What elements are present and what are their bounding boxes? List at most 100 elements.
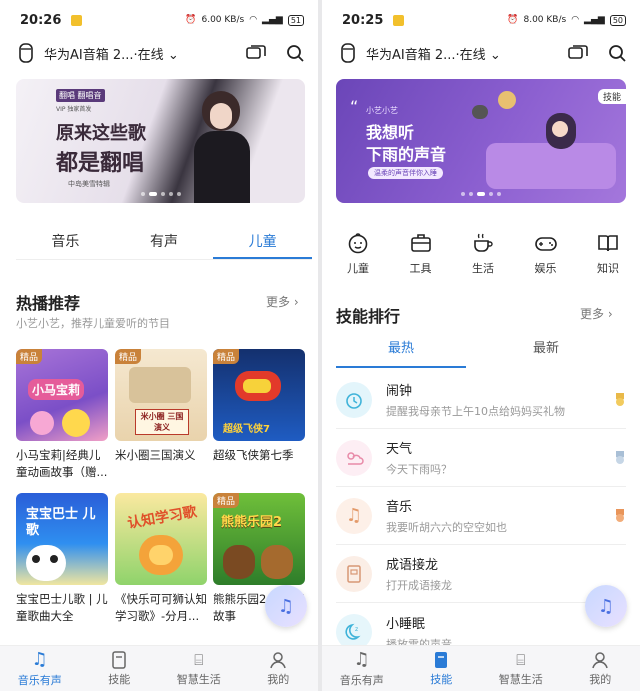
skill-row-music[interactable]: ♫ 音乐我要听胡六六的空空如也 [336,487,626,545]
nav-me[interactable]: 我的 [561,646,640,691]
more-label: 更多 [266,295,291,309]
music-note-icon: ♫ [597,595,615,617]
device-status: ·在线 [455,47,486,63]
banner-corner-tag: 技能 [597,89,626,104]
nav-music-audio[interactable]: ♫ 音乐有声 [322,646,402,691]
category-knowledge[interactable]: 知识 [588,232,628,276]
bottom-nav: ♫ 音乐有声 技能 ⌸ 智慧生活 我的 [322,645,640,691]
skill-desc: 今天下雨吗？ [386,463,452,476]
card-cover: 精品 米小圈 三国演义 [115,349,207,441]
nav-smart-life[interactable]: ⌸ 智慧生活 [159,646,239,691]
music-note-icon: ♫ [31,649,48,670]
section-title: 技能排行 [336,307,401,326]
status-icons: ⏰ 6.00 KB/s ◠ ▂▄▆ 51 [185,14,304,26]
premium-tag: 精品 [115,349,142,364]
speaker-device-icon[interactable] [18,43,34,63]
chevron-down-icon: ⌄ [167,47,179,63]
category-life[interactable]: 生活 [463,232,503,276]
music-note-icon: ♫ [353,649,370,670]
child-face-icon [348,233,368,254]
net-speed: 8.00 KB/s [523,15,567,25]
section-subtitle: 小艺小艺，推荐儿童爱听的节目 [16,317,170,330]
quote-mark: “ [350,97,359,116]
messages-icon[interactable] [568,44,588,62]
bottom-nav: ♫ 音乐有声 技能 ⌸ 智慧生活 我的 [0,645,318,691]
skill-row-weather[interactable]: 天气 今天下雨吗？ [336,429,626,487]
tab-music[interactable]: 音乐 [16,228,115,259]
nav-label: 智慧生活 [176,672,221,686]
category-entertainment[interactable]: 娱乐 [526,232,566,276]
cover-title: 米小圈 三国演义 [135,409,189,435]
tab-audio[interactable]: 有声 [115,228,214,259]
skill-icon-bg: ♫ [336,497,372,534]
status-bar: 20:26 ⏰ 6.00 KB/s ◠ ▂▄▆ 51 [0,0,318,40]
right-screen: 20:25 ⏰ 8.00 KB/s ◠ ▂▄▆ 50 华为AI音箱 2...·在… [322,0,640,691]
promo-banner[interactable]: 翻唱 翻唱音 VIP 独家首发 原来这些歌 都是翻唱 中岛美雪特辑 [16,79,305,203]
more-link[interactable]: 更多 › [266,293,299,310]
search-icon[interactable] [608,44,626,62]
sleeping-girl-illustration [472,91,616,189]
nav-smart-life[interactable]: ⌸ 智慧生活 [481,646,561,691]
skill-desc: 提醒我母亲节上午10点给妈妈买礼物 [386,405,565,418]
nav-label: 音乐有声 [17,674,62,687]
nav-skills[interactable]: 技能 [80,646,160,691]
bronze-medal-icon [616,508,624,522]
tab-hottest[interactable]: 最热 [336,338,466,368]
now-playing-button[interactable]: ♫ [265,585,307,627]
category-label: 知识 [597,262,619,275]
tab-kids[interactable]: 儿童 [213,228,313,259]
search-icon[interactable] [286,44,304,62]
banner-small: 小艺小艺 [366,106,398,115]
status-bar: 20:25 ⏰ 8.00 KB/s ◠ ▂▄▆ 50 [322,0,640,40]
skill-desc: 打开成语接龙 [386,579,452,592]
more-link[interactable]: 更多 › [580,305,613,322]
device-selector[interactable]: 华为AI音箱 2...·在线 ⌄ [44,44,179,63]
category-tools[interactable]: 工具 [401,232,441,276]
tab-newest[interactable]: 最新 [466,338,626,368]
messages-icon[interactable] [246,44,266,62]
category-label: 工具 [409,262,432,275]
alarm-icon: ⏰ [507,15,519,25]
speaker-device-icon[interactable] [340,43,356,63]
nav-label: 我的 [589,672,612,686]
category-label: 娱乐 [534,262,557,275]
device-selector[interactable]: 华为AI音箱 2...·在线 ⌄ [366,44,501,63]
program-card[interactable]: 精品 小马宝莉 小马宝莉|经典儿童动画故事（赠... [16,349,108,481]
banner-headline-2: 下雨的声音 [366,145,447,164]
banner-caption: 中岛美雪特辑 [68,180,110,188]
signal-icon: ▂▄▆ [262,15,283,25]
nav-me[interactable]: 我的 [239,646,319,691]
now-playing-button[interactable]: ♫ [585,585,627,627]
skill-row-idiom[interactable]: 成语接龙打开成语接龙 [336,545,626,603]
program-card[interactable]: 精品 米小圈 三国演义 米小圈三国演义 [115,349,207,481]
chevron-right-icon: › [293,295,299,309]
skill-row-alarm[interactable]: 闹钟 提醒我母亲节上午10点给妈妈买礼物 [336,371,626,429]
cover-title: 小马宝莉 [28,379,85,400]
smart-life-icon: ⌸ [516,650,526,669]
skill-name: 小睡眠 [386,616,426,632]
left-screen: 20:26 ⏰ 6.00 KB/s ◠ ▂▄▆ 51 华为AI音箱 2...·在… [0,0,318,691]
cover-title: 宝宝巴士 儿歌 [26,507,96,538]
nav-label: 技能 [430,672,453,686]
nav-music-audio[interactable]: ♫ 音乐有声 [0,646,80,691]
program-card[interactable]: 宝宝巴士 儿歌 宝宝巴士儿歌 | 儿童歌曲大全 [16,493,108,625]
wifi-icon: ◠ [249,15,258,25]
category-kids[interactable]: 儿童 [338,232,378,276]
program-card[interactable]: 精品 超级飞侠7 超级飞侠第七季 [213,349,305,481]
skill-name: 音乐 [386,500,413,515]
nav-skills[interactable]: 技能 [402,646,482,691]
nav-label: 音乐有声 [339,674,384,687]
category-label: 儿童 [347,262,369,275]
promo-banner[interactable]: 技能 “ 小艺小艺 我想听 下雨的声音 温柔的声音伴你入睡 [336,79,626,203]
net-speed: 6.00 KB/s [201,15,245,25]
carousel-dots [336,192,626,196]
skill-desc: 我要听胡六六的空空如也 [386,521,507,534]
cover-title: 熊熊乐园2 [221,515,283,530]
program-card[interactable]: 认知学习歌 《快乐可可狮认知学习歌》-分月... [115,493,207,625]
section-title: 热播推荐 [16,294,81,313]
status-time: 20:26 [20,12,62,28]
skill-name: 成语接龙 [386,558,439,573]
nav-label: 技能 [108,672,131,686]
chevron-right-icon: › [607,307,613,321]
svg-text:z: z [355,626,358,633]
